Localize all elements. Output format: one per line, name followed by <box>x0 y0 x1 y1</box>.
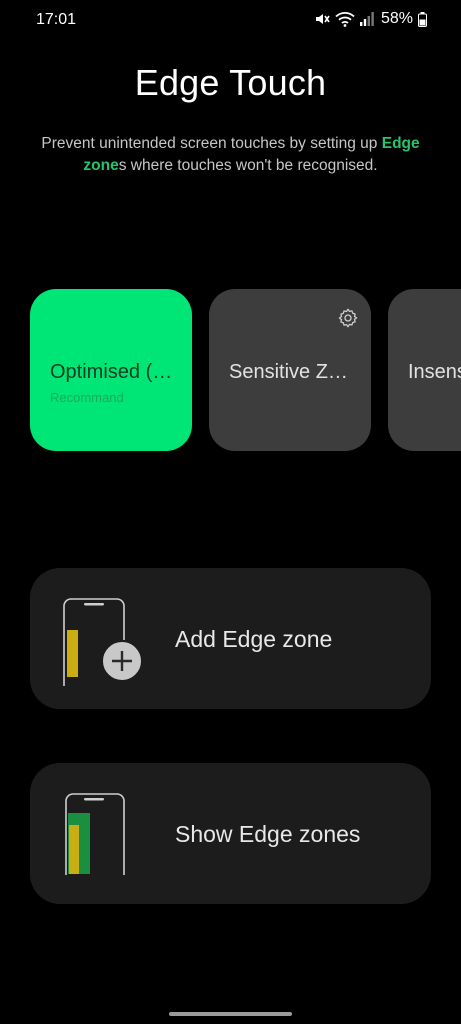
mode-card-label: Sensitive Z… <box>229 361 348 383</box>
page-title: Edge Touch <box>134 62 327 103</box>
gear-icon[interactable] <box>337 307 359 329</box>
phone-zones-icon <box>60 791 150 881</box>
status-bar: 17:01 58% <box>0 0 461 38</box>
signal-icon <box>359 11 374 27</box>
page-description: Prevent unintended screen touches by set… <box>20 133 441 177</box>
edge-touch-screen: 17:01 58% Edge Touch Prevent unintended … <box>0 0 461 1024</box>
wifi-icon <box>335 11 355 27</box>
description-text-end: s where touches won't be recognised. <box>118 157 378 174</box>
show-edge-zones-button[interactable]: Show Edge zones <box>30 763 431 904</box>
show-edge-zones-label: Show Edge zones <box>175 821 361 847</box>
mode-card-label: Optimised (… <box>50 361 173 383</box>
description-text-start: Prevent unintended screen touches by set… <box>41 135 382 152</box>
mode-card-sensitive[interactable]: Sensitive Z… <box>209 289 371 451</box>
mute-icon <box>314 11 330 27</box>
battery-icon <box>418 11 427 27</box>
mode-carousel[interactable]: Optimised (… Recommand Sensitive Z… Inse… <box>0 289 461 452</box>
status-icons: 58% <box>314 10 427 28</box>
mode-card-label: Insens <box>408 361 461 383</box>
battery-level: 58% <box>380 10 413 27</box>
mode-card-optimised[interactable]: Optimised (… Recommand <box>30 289 192 451</box>
add-edge-zone-button[interactable]: Add Edge zone <box>30 568 431 709</box>
mode-card-sublabel: Recommand <box>50 390 124 405</box>
add-edge-zone-label: Add Edge zone <box>175 626 333 652</box>
mode-card-insensitive[interactable]: Insens <box>388 289 461 451</box>
status-time: 17:01 <box>36 11 77 28</box>
navigation-handle[interactable] <box>169 1012 292 1016</box>
add-icon <box>101 640 143 682</box>
